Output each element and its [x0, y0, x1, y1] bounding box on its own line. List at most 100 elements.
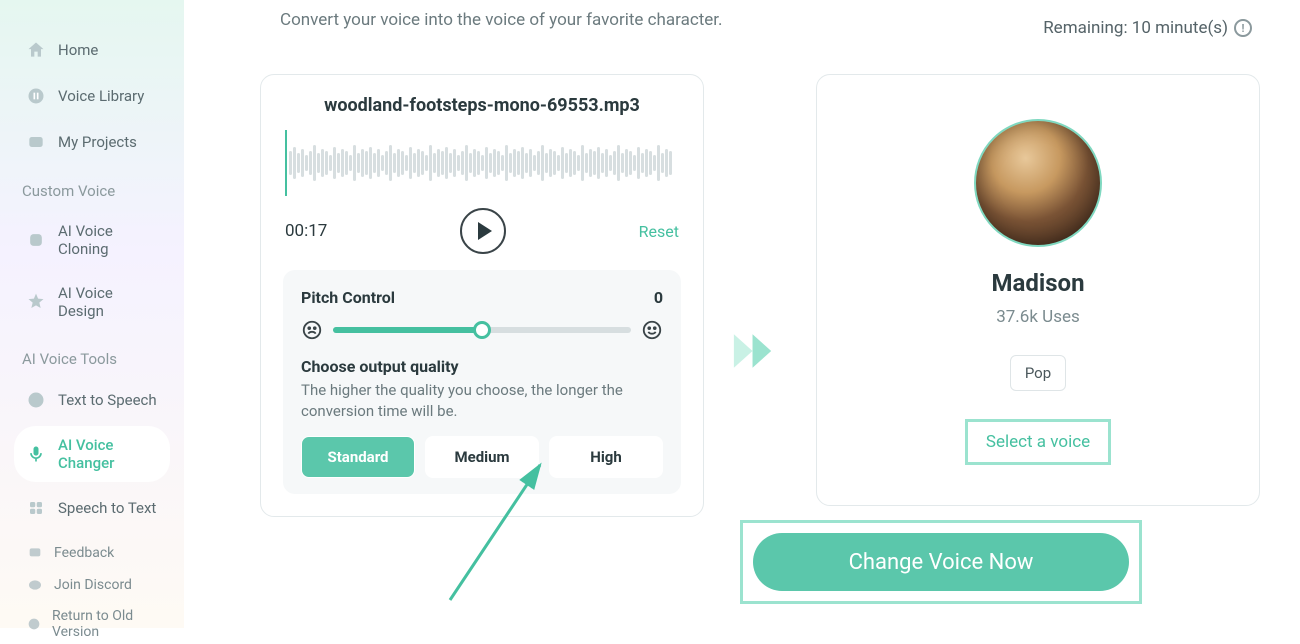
quality-high[interactable]: High [549, 436, 663, 478]
pitch-slider-track[interactable] [333, 327, 631, 333]
sidebar-item-ai-voice-design[interactable]: AI Voice Design [14, 274, 170, 330]
return-icon [26, 615, 42, 633]
playback-time: 00:17 [285, 221, 327, 241]
waveform-bar [397, 149, 400, 177]
controls-panel: Pitch Control 0 Choose output qualit [283, 270, 681, 494]
info-icon[interactable]: ! [1234, 19, 1252, 37]
audio-card: woodland-footsteps-mono-69553.mp3 00:17 … [260, 74, 704, 517]
discord-icon [26, 576, 44, 594]
waveform-bar [497, 151, 500, 175]
quality-hint: The higher the quality you choose, the l… [301, 380, 663, 422]
waveform-bar [393, 153, 396, 173]
waveform-bar [357, 153, 360, 173]
waveform-bar [665, 149, 668, 177]
sidebar-item-ai-voice-cloning[interactable]: AI Voice Cloning [14, 212, 170, 268]
pitch-high-icon [641, 319, 663, 341]
library-icon [26, 86, 46, 106]
waveform-bar [289, 151, 292, 175]
main: Convert your voice into the voice of you… [184, 0, 1300, 628]
sidebar-item-home[interactable]: Home [14, 30, 170, 70]
waveform-bar [509, 153, 512, 173]
waveform-bar [517, 151, 520, 175]
waveform-bar [373, 153, 376, 173]
waveform-bar [449, 153, 452, 173]
playhead-cursor[interactable] [285, 130, 287, 196]
pitch-value: 0 [654, 288, 663, 307]
voice-uses: 37.6k Uses [996, 307, 1080, 327]
voice-avatar [974, 119, 1102, 247]
waveform-bar [425, 155, 428, 171]
waveform-bar [621, 153, 624, 173]
waveform-bar [493, 149, 496, 177]
grid-icon [26, 498, 46, 518]
sidebar-footer-old-version[interactable]: Return to Old Version [14, 604, 170, 644]
cta-highlight: Change Voice Now [740, 520, 1142, 604]
sidebar-item-text-to-speech[interactable]: Text to Speech [14, 380, 170, 420]
folder-icon [26, 132, 46, 152]
waveform-bar [557, 155, 560, 171]
sidebar-footer-label: Join Discord [54, 577, 132, 593]
waveform-bar [577, 155, 580, 171]
waveform-bar [361, 149, 364, 177]
select-voice-button[interactable]: Select a voice [965, 419, 1111, 465]
play-button[interactable] [460, 208, 506, 254]
sidebar-section-ai-voice-tools: AI Voice Tools [14, 336, 170, 374]
waveform-bar [553, 151, 556, 175]
waveform-bar [549, 149, 552, 177]
waveform-bar [461, 151, 464, 175]
quality-label: Choose output quality [301, 357, 663, 376]
waveform-bar [369, 147, 372, 179]
quality-standard[interactable]: Standard [301, 436, 415, 478]
waveform-bar [401, 151, 404, 175]
waveform-bar [325, 151, 328, 175]
cloning-icon [26, 230, 46, 250]
remaining-label: Remaining: 10 minute(s) [1043, 18, 1228, 38]
pitch-slider-thumb[interactable] [473, 321, 491, 339]
waveform-bar [409, 147, 412, 179]
waveform-bar [569, 149, 572, 177]
sidebar-item-ai-voice-changer[interactable]: AI Voice Changer [14, 426, 170, 482]
waveform-bar [625, 149, 628, 177]
waveform-bar [489, 153, 492, 173]
waveform-bar [345, 151, 348, 175]
waveform-bar [453, 149, 456, 177]
waveform-bar [433, 153, 436, 173]
waveform-bar [317, 153, 320, 173]
waveform-bar [617, 145, 620, 181]
sidebar-item-speech-to-text[interactable]: Speech to Text [14, 488, 170, 528]
waveform-bar [321, 149, 324, 177]
waveform-bar [389, 145, 392, 181]
waveform-bar [417, 149, 420, 177]
waveform-bar [429, 145, 432, 181]
waveform-bar [457, 155, 460, 171]
change-voice-now-button[interactable]: Change Voice Now [753, 533, 1129, 591]
waveform-bar [533, 155, 536, 171]
waveform[interactable] [283, 130, 681, 196]
waveform-bar [293, 147, 296, 179]
waveform-bar [529, 149, 532, 177]
waveform-bar [365, 151, 368, 175]
waveform-bar [581, 145, 584, 181]
pitch-low-icon [301, 319, 323, 341]
sidebar-footer-feedback[interactable]: Feedback [14, 540, 170, 566]
waveform-bar [473, 149, 476, 177]
reset-button[interactable]: Reset [639, 222, 679, 241]
waveform-bar [421, 151, 424, 175]
waveform-bar [537, 151, 540, 175]
chat-icon [26, 390, 46, 410]
waveform-bar [589, 149, 592, 177]
waveform-bar [641, 153, 644, 173]
sidebar-item-voice-library[interactable]: Voice Library [14, 76, 170, 116]
sidebar-item-label: Text to Speech [58, 391, 157, 409]
waveform-bar [629, 151, 632, 175]
sidebar-item-my-projects[interactable]: My Projects [14, 122, 170, 162]
sidebar-footer-discord[interactable]: Join Discord [14, 572, 170, 598]
waveform-bar [481, 155, 484, 171]
waveform-bar [309, 151, 312, 175]
waveform-bar [601, 153, 604, 173]
quality-medium[interactable]: Medium [425, 436, 539, 478]
mic-icon [26, 444, 46, 464]
waveform-bar [353, 145, 356, 181]
voice-tag[interactable]: Pop [1010, 355, 1066, 391]
audio-filename: woodland-footsteps-mono-69553.mp3 [283, 95, 681, 116]
